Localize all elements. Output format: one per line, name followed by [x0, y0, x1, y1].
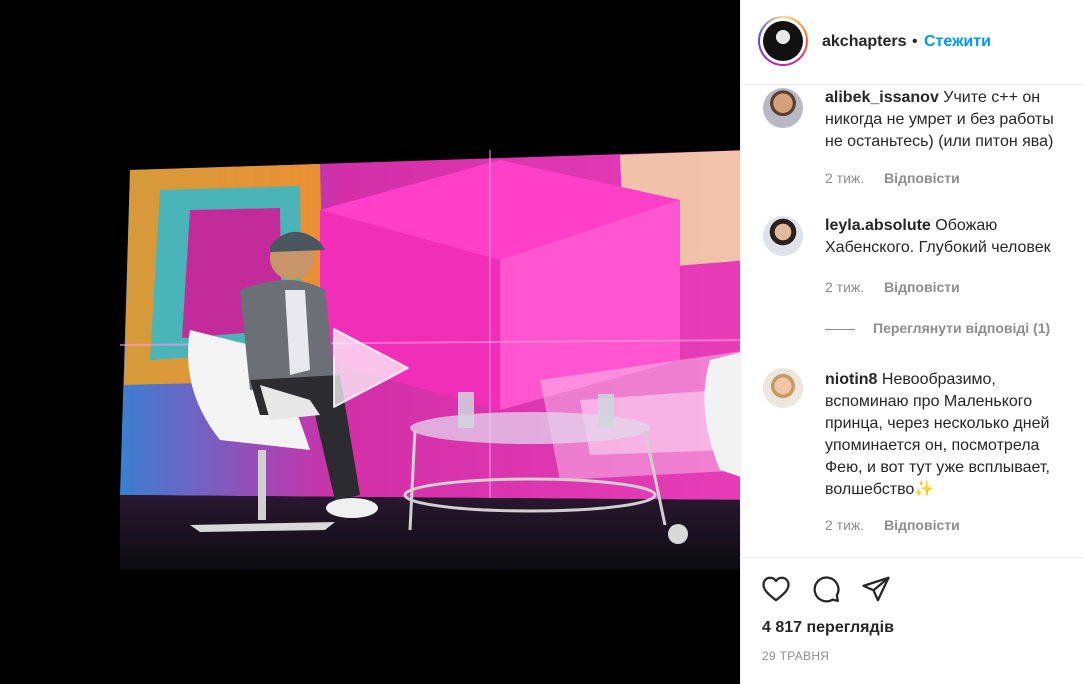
- reply-button[interactable]: Відповісти: [884, 517, 960, 533]
- play-icon: [333, 328, 409, 408]
- author-username[interactable]: akchapters: [822, 33, 907, 51]
- comment-text-block: leyla.absolute Обожаю Хабенского. Глубок…: [825, 215, 1075, 259]
- comment-text-block: niotin8 Невообразимо, вспоминаю про Мале…: [825, 369, 1075, 501]
- share-icon: [862, 576, 890, 602]
- video-thumbnail: [120, 150, 740, 570]
- comment-meta: 2 тиж. Відповісти: [825, 170, 960, 186]
- reply-button[interactable]: Відповісти: [884, 279, 960, 295]
- comment-username[interactable]: niotin8: [825, 371, 877, 388]
- commenter-avatar[interactable]: [763, 216, 803, 256]
- post-sidebar: akchapters • Стежити alibek_issanov Учит…: [740, 0, 1084, 684]
- commenter-avatar[interactable]: [763, 368, 803, 408]
- replies-divider-line: [825, 328, 855, 330]
- commenter-avatar[interactable]: [763, 88, 803, 128]
- comment-text-block: alibek_issanov Учите с++ он никогда не у…: [825, 87, 1075, 153]
- comment-icon: [813, 576, 840, 603]
- comment-meta: 2 тиж. Відповісти: [825, 517, 960, 533]
- author-avatar[interactable]: [758, 16, 808, 66]
- comment-time[interactable]: 2 тиж.: [825, 170, 864, 186]
- comment-meta: 2 тиж. Відповісти: [825, 279, 960, 295]
- post-date[interactable]: 29 ТРАВНЯ: [762, 649, 829, 663]
- comments-list[interactable]: alibek_issanov Учите с++ он никогда не у…: [741, 86, 1084, 556]
- reply-button[interactable]: Відповісти: [884, 170, 960, 186]
- comment-username[interactable]: alibek_issanov: [825, 89, 939, 106]
- post-header: akchapters • Стежити: [741, 0, 1084, 85]
- share-button[interactable]: [861, 574, 891, 604]
- post-actions: 4 817 переглядів 29 ТРАВНЯ: [741, 557, 1084, 684]
- comment-time[interactable]: 2 тиж.: [825, 279, 864, 295]
- view-replies-button[interactable]: Переглянути відповіді (1): [825, 320, 1050, 336]
- view-replies-label: Переглянути відповіді (1): [873, 320, 1051, 336]
- view-count[interactable]: 4 817 переглядів: [762, 619, 894, 637]
- like-button[interactable]: [761, 574, 791, 604]
- comment-time[interactable]: 2 тиж.: [825, 517, 864, 533]
- separator-dot: •: [912, 33, 918, 50]
- comment-text: Невообразимо, вспоминаю про Маленького п…: [825, 371, 1050, 498]
- video-pane[interactable]: [0, 0, 740, 684]
- follow-button[interactable]: Стежити: [924, 33, 991, 51]
- play-button[interactable]: [330, 325, 412, 411]
- comment-button[interactable]: [811, 574, 841, 604]
- heart-icon: [762, 576, 790, 602]
- video-frame[interactable]: [120, 150, 740, 570]
- comment-username[interactable]: leyla.absolute: [825, 217, 931, 234]
